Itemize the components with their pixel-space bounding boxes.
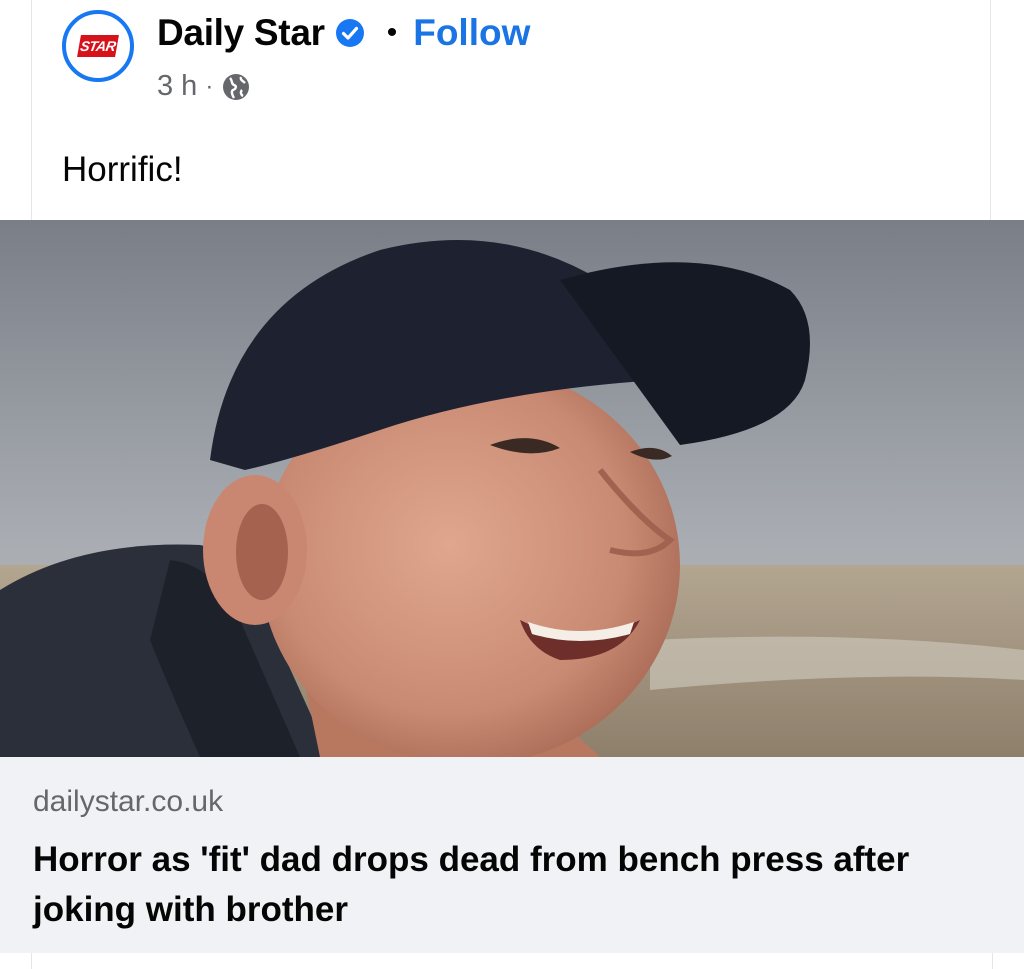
- logo-text: STAR: [79, 38, 117, 54]
- post-photo[interactable]: [0, 220, 1024, 757]
- page-avatar[interactable]: STAR: [62, 10, 134, 82]
- page-name[interactable]: Daily Star: [157, 12, 325, 54]
- post-text: Horrific!: [62, 150, 183, 189]
- photo-illustration: [0, 220, 1024, 757]
- meta-separator: ·: [205, 72, 214, 100]
- name-row: Daily Star • Follow: [157, 10, 530, 56]
- verified-badge-icon: [335, 19, 364, 47]
- link-preview-card[interactable]: dailystar.co.uk Horror as 'fit' dad drop…: [0, 757, 1024, 953]
- globe-icon[interactable]: [221, 72, 251, 102]
- post-frame-bottom: [31, 953, 993, 969]
- daily-star-logo: STAR: [77, 35, 119, 57]
- link-domain: dailystar.co.uk: [33, 785, 224, 818]
- post-time[interactable]: 3 h: [157, 70, 197, 103]
- link-headline[interactable]: Horror as 'fit' dad drops dead from benc…: [33, 835, 993, 935]
- post-header: STAR Daily Star • Follow 3 h ·: [62, 10, 962, 103]
- post-frame-left: [31, 0, 32, 220]
- name-follow-separator: •: [386, 16, 398, 49]
- follow-button[interactable]: Follow: [413, 12, 530, 54]
- post-frame-right: [990, 0, 991, 220]
- post-meta: 3 h ·: [157, 70, 251, 103]
